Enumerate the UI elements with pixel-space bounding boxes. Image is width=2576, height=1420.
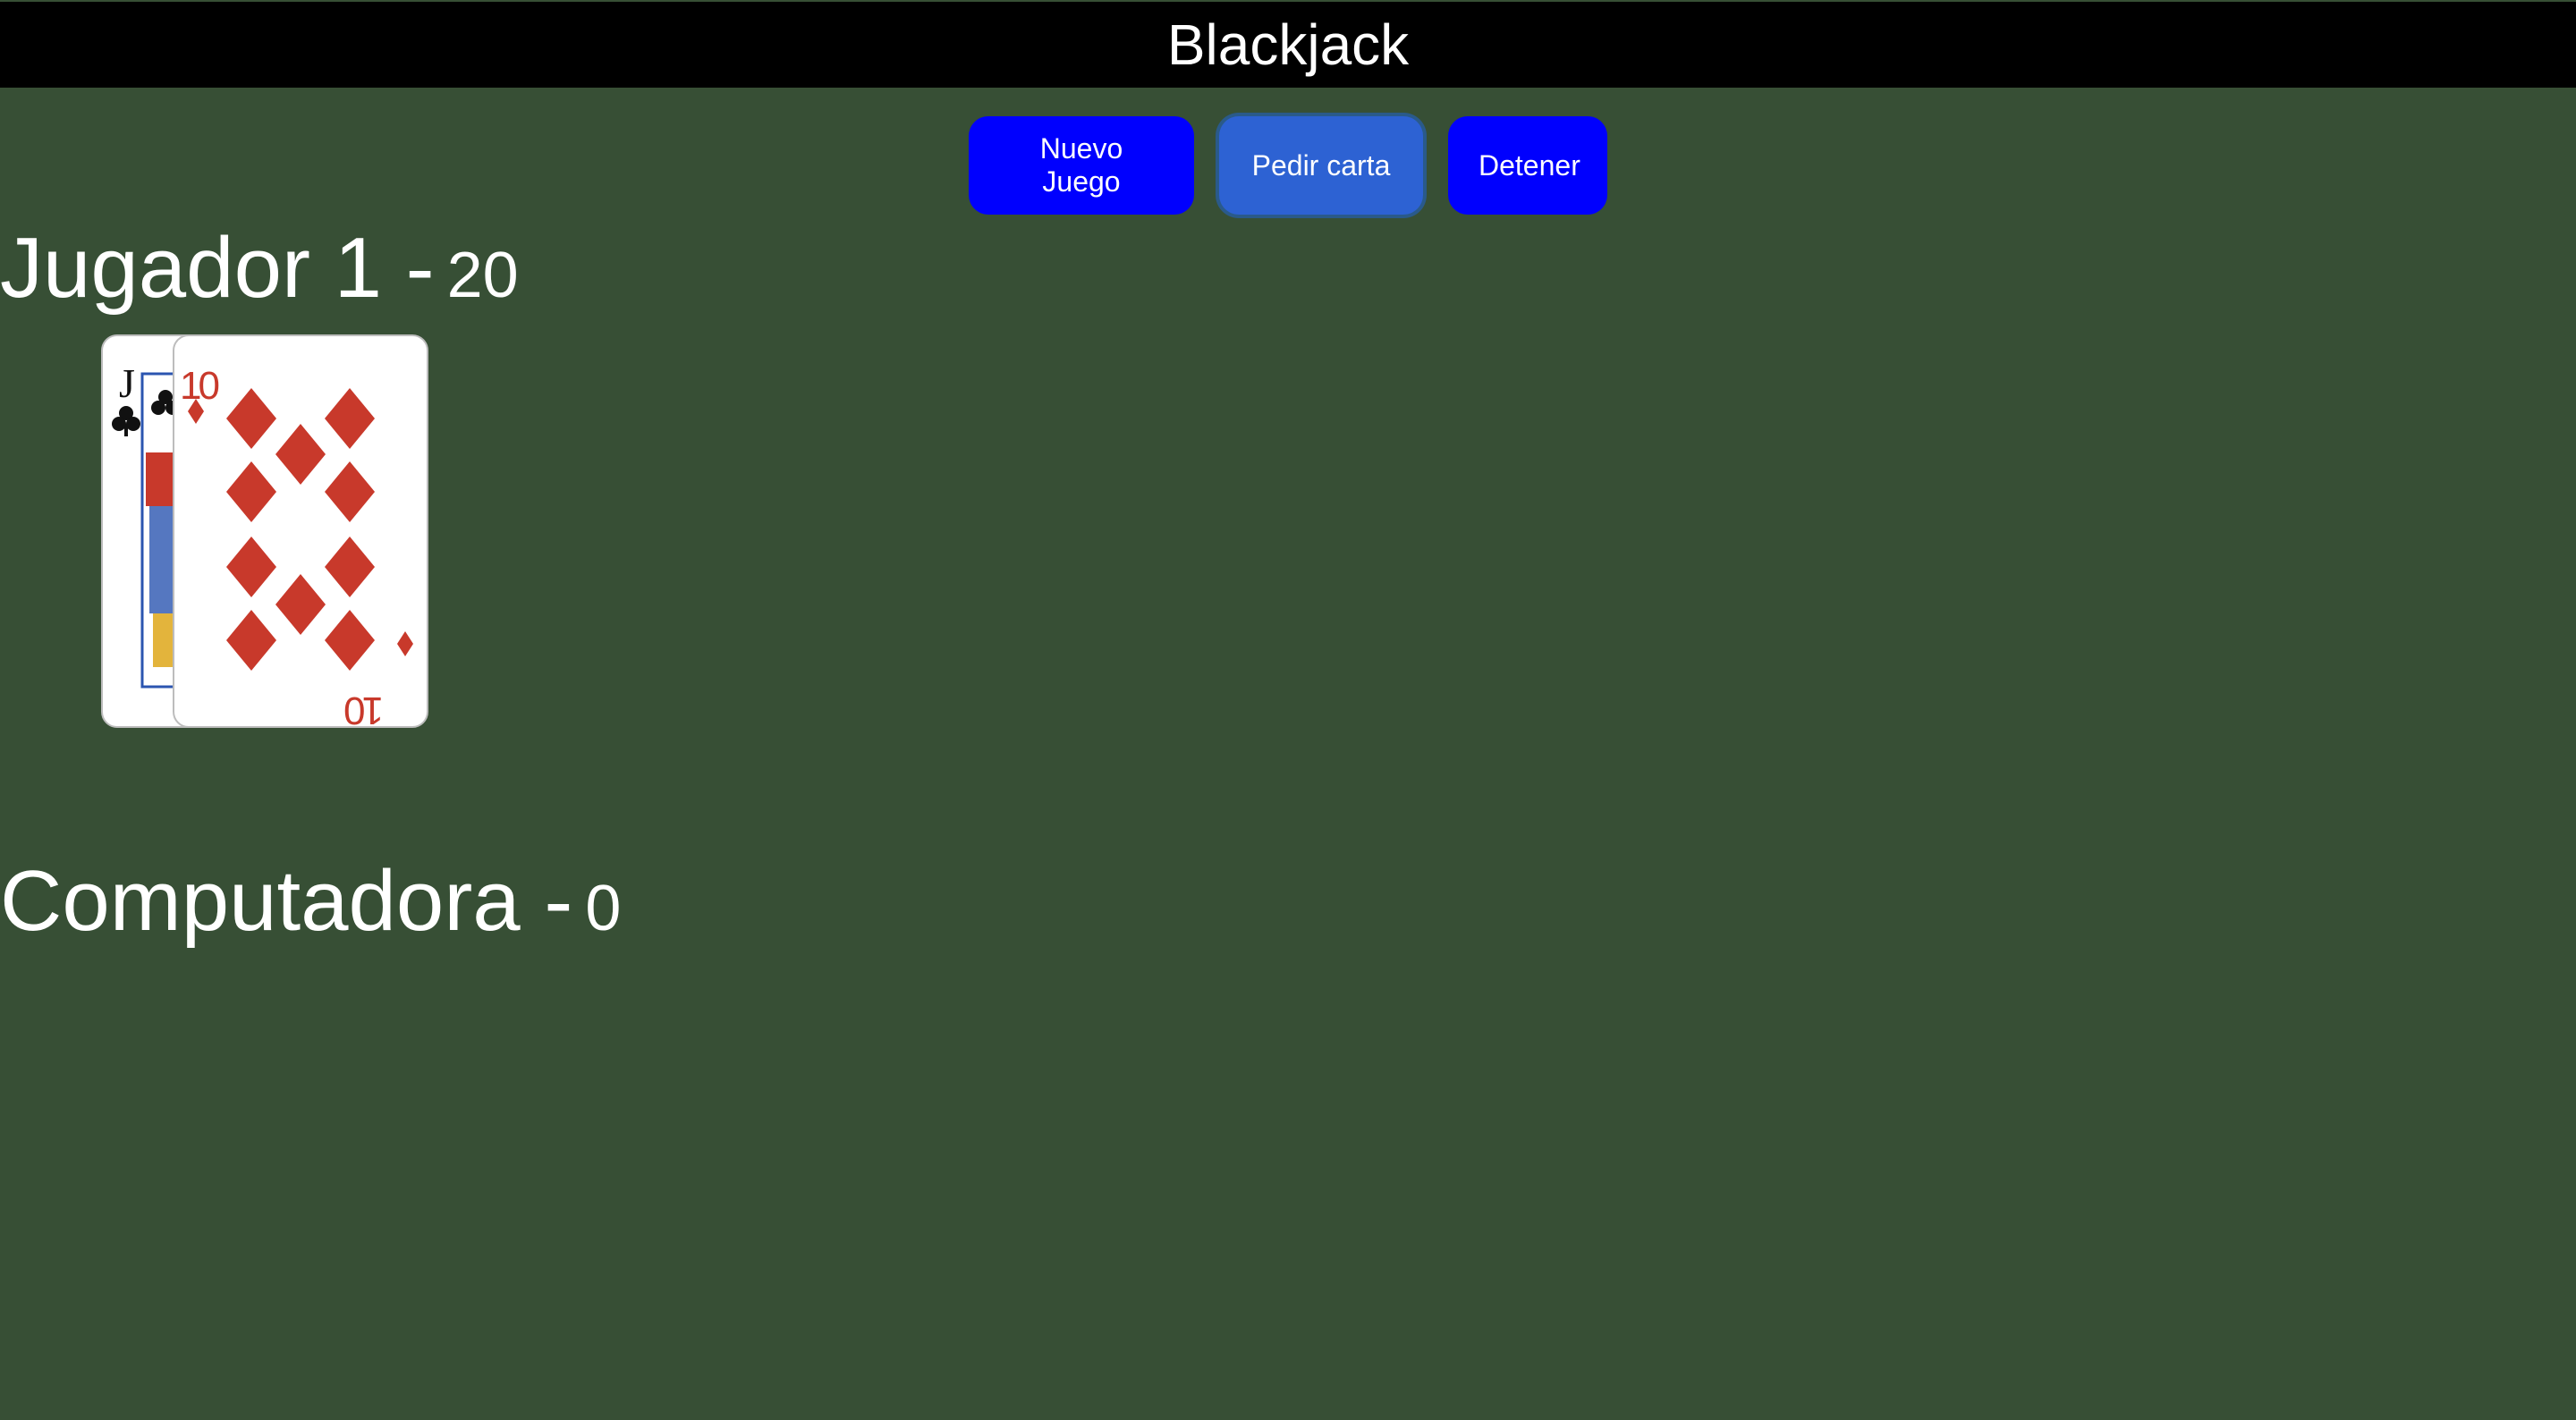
hit-button[interactable]: Pedir carta bbox=[1219, 116, 1423, 215]
pip-grid bbox=[226, 388, 375, 671]
card-ten-of-diamonds: 10 10 bbox=[173, 334, 428, 728]
diamond-icon bbox=[325, 537, 375, 597]
court-card-art bbox=[146, 452, 173, 506]
computer-score: 0 bbox=[585, 873, 622, 944]
club-icon bbox=[112, 406, 140, 436]
new-game-button[interactable]: Nuevo Juego bbox=[969, 116, 1194, 215]
diamond-icon bbox=[325, 610, 375, 671]
page-title: Blackjack bbox=[1166, 13, 1410, 77]
player-label: Jugador 1 - bbox=[0, 220, 435, 316]
ten-of-diamonds-face: 10 10 bbox=[180, 364, 413, 726]
card-rank-label: 10 bbox=[180, 364, 218, 408]
game-controls: Nuevo Juego Pedir carta Detener bbox=[0, 116, 2576, 215]
player-score: 20 bbox=[446, 240, 519, 311]
computer-hand bbox=[101, 969, 638, 1359]
diamond-icon bbox=[325, 388, 375, 449]
diamond-icon bbox=[275, 424, 326, 485]
computer-heading: Computadora -0 bbox=[0, 858, 621, 944]
diamond-icon bbox=[226, 388, 276, 449]
diamond-icon bbox=[325, 461, 375, 522]
diamond-icon bbox=[275, 574, 326, 635]
stand-button[interactable]: Detener bbox=[1448, 116, 1607, 215]
diamond-icon bbox=[226, 461, 276, 522]
court-card-art bbox=[149, 506, 173, 613]
diamond-icon bbox=[397, 631, 413, 656]
diamond-icon bbox=[226, 537, 276, 597]
card-rank-label: J bbox=[119, 360, 135, 406]
computer-label: Computadora - bbox=[0, 853, 573, 949]
diamond-icon bbox=[226, 610, 276, 671]
court-card-art bbox=[153, 613, 173, 667]
header-bar: Blackjack bbox=[0, 2, 2576, 88]
card-rank-label-inverted: 10 bbox=[345, 689, 384, 726]
player-heading: Jugador 1 -20 bbox=[0, 225, 519, 311]
